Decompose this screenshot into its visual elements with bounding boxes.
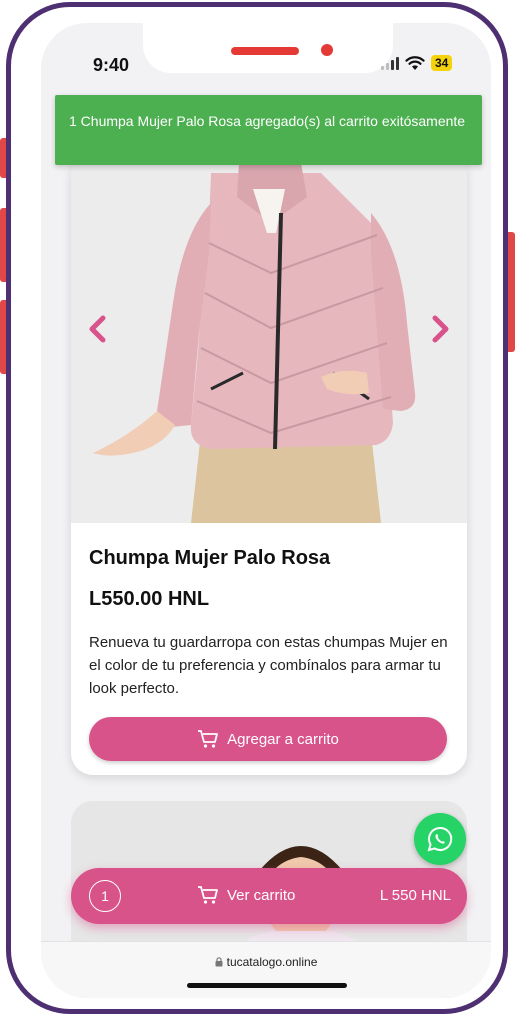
phone-screen: 9:40 34 1 Chumpa Mujer Palo Rosa agregad… (41, 23, 491, 998)
notch-pill (231, 47, 299, 55)
success-toast: 1 Chumpa Mujer Palo Rosa agregado(s) al … (55, 95, 482, 165)
whatsapp-icon (427, 826, 453, 852)
add-to-cart-label: Agregar a carrito (227, 730, 339, 748)
carousel-next-button[interactable] (425, 309, 455, 349)
product-description: Renueva tu guardarropa con estas chumpas… (89, 634, 448, 697)
status-bar: 9:40 34 (41, 23, 491, 103)
url-display[interactable]: tucatalogo.online (41, 955, 491, 969)
status-time: 9:40 (93, 55, 130, 75)
carousel-prev-button[interactable] (83, 309, 113, 349)
cart-count-badge: 1 (89, 880, 121, 912)
browser-url-bar[interactable]: tucatalogo.online (41, 941, 491, 998)
status-icons: 34 (381, 55, 453, 71)
product-card: Chumpa Mujer Palo Rosa L550.00 HNL Renue… (71, 153, 467, 775)
notch-dot (321, 44, 333, 56)
add-to-cart-button[interactable]: Agregar a carrito (89, 717, 447, 761)
battery-level: 34 (431, 55, 453, 71)
view-cart-label: Ver carrito (227, 886, 296, 904)
cart-icon (198, 886, 218, 904)
phone-frame: 9:40 34 1 Chumpa Mujer Palo Rosa agregad… (6, 2, 508, 1014)
signal-icon (381, 56, 399, 70)
view-cart-bar[interactable]: 1 Ver carrito L 550 HNL (71, 868, 467, 924)
whatsapp-button[interactable] (414, 813, 466, 865)
home-indicator[interactable] (187, 983, 347, 988)
product-info: Chumpa Mujer Palo Rosa L550.00 HNL Renue… (71, 523, 467, 761)
chevron-right-icon (432, 315, 449, 343)
view-cart-center: Ver carrito (197, 885, 295, 905)
cart-icon (198, 730, 219, 748)
product-price: L550.00 HNL (89, 588, 210, 610)
product-image[interactable] (71, 153, 467, 523)
product-title: Chumpa Mujer Palo Rosa (89, 547, 331, 569)
url-text: tucatalogo.online (226, 955, 318, 969)
jacket-photo (71, 153, 467, 523)
wifi-icon (405, 56, 425, 70)
notch (143, 23, 393, 73)
cart-total: L 550 HNL (379, 887, 451, 904)
lock-icon (215, 957, 223, 967)
chevron-left-icon (89, 315, 106, 343)
